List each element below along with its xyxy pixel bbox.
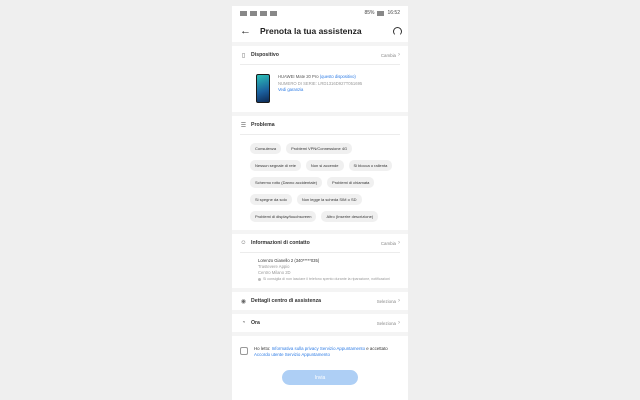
device-info: HUAWEI Mate 20 Pro (questo dispositivo) … (240, 65, 400, 112)
service-center-card[interactable]: ◉ Dettagli centro di assistenza Selezion… (232, 292, 408, 310)
problem-chip[interactable]: Non si accende (305, 160, 344, 171)
problem-chip[interactable]: Si spegne da solo (250, 194, 292, 205)
service-center-row[interactable]: ◉ Dettagli centro di assistenza Selezion… (240, 292, 400, 310)
battery-level: 85% (364, 10, 375, 16)
time-title: Ora (251, 320, 260, 326)
location-pin-icon: ◉ (240, 298, 247, 305)
change-contact-button[interactable]: Cambia › (381, 240, 400, 246)
clock: 16:52 (387, 10, 400, 16)
problem-chips: Consulenza Problemi VPN/Connessione 4G N… (240, 135, 400, 230)
problem-chip[interactable]: Problemi di display/touchscreen (250, 211, 317, 222)
contact-note: Si consiglia di non lasciare il telefono… (263, 277, 391, 281)
agreement-middle: e accettato (365, 346, 388, 351)
signal-icon (240, 10, 247, 16)
device-header[interactable]: ▯ Dispositivo Cambia › (240, 46, 400, 64)
device-image (256, 74, 270, 103)
privacy-link[interactable]: Informativa sulla privacy Servizio Appun… (272, 346, 365, 351)
agreement-prefix: Ho letto: (254, 346, 272, 351)
problem-chip[interactable]: Si blocca o rallenta (348, 160, 393, 171)
submit-area: Invia (232, 368, 408, 400)
headset-icon[interactable] (393, 26, 402, 36)
contact-title: Informazioni di contatto (251, 240, 310, 246)
problem-chip[interactable]: Problemi VPN/Connessione 4G (286, 143, 353, 154)
problem-chip[interactable]: Non legge la scheda SIM o SD (296, 194, 362, 205)
contact-header[interactable]: ☺ Informazioni di contatto Cambia › (240, 234, 400, 252)
chevron-right-icon: › (398, 240, 400, 246)
contact-info: Lorenzo Gianello 2 (340*****035) Trastev… (240, 253, 400, 288)
warranty-link[interactable]: Vedi garanzia (278, 87, 362, 94)
phone-icon: ▯ (241, 52, 246, 59)
signal-2-icon (250, 10, 257, 16)
notification-icon (270, 10, 277, 16)
problem-chip[interactable]: Altro (Inserire descrizione) (321, 211, 379, 222)
chevron-right-icon: › (398, 320, 400, 326)
service-center-title: Dettagli centro di assistenza (251, 298, 322, 304)
info-icon (258, 277, 261, 281)
select-center-button[interactable]: Seleziona › (377, 298, 400, 304)
problem-header: ☰ Problema (240, 116, 400, 134)
problem-chip[interactable]: Problemi di chiamata (327, 177, 375, 188)
status-icons (240, 10, 277, 16)
person-icon: ☺ (240, 240, 247, 246)
contact-card: ☺ Informazioni di contatto Cambia › Loren… (232, 234, 408, 288)
time-card[interactable]: ◔ Ora Seleziona › (232, 314, 408, 332)
chevron-right-icon: › (398, 52, 400, 58)
agreement-text: Ho letto: Informativa sulla privacy Serv… (254, 346, 400, 358)
phone-screen: 85% 16:52 ← Prenota la tua assistenza ▯ … (232, 6, 408, 400)
select-time-button[interactable]: Seleziona › (377, 320, 400, 326)
list-icon: ☰ (240, 122, 247, 129)
time-row[interactable]: ◔ Ora Seleziona › (240, 314, 400, 332)
wifi-icon (260, 10, 267, 16)
problem-card: ☰ Problema Consulenza Problemi VPN/Conne… (232, 116, 408, 230)
battery-icon (377, 10, 385, 16)
problem-title: Problema (251, 122, 275, 128)
agreement-checkbox[interactable] (240, 347, 248, 355)
change-device-button[interactable]: Cambia › (381, 52, 400, 58)
problem-chip[interactable]: Consulenza (250, 143, 282, 154)
problem-chip[interactable]: Nessun segnale di rete (250, 160, 301, 171)
problem-chip[interactable]: Schermo rotto (Danno accidentale) (250, 177, 323, 188)
page-title: Prenota la tua assistenza (260, 26, 362, 36)
device-model: HUAWEI Mate 20 Pro (278, 74, 319, 79)
clock-icon: ◔ (241, 320, 246, 326)
status-bar: 85% 16:52 (232, 6, 408, 20)
terms-link[interactable]: Accordo utente Servizio Appuntamento (254, 352, 330, 357)
app-bar: ← Prenota la tua assistenza (232, 20, 408, 42)
device-card: ▯ Dispositivo Cambia › HUAWEI Mate 20 Pro… (232, 46, 408, 112)
chevron-right-icon: › (398, 298, 400, 304)
device-model-link: (questo dispositivo) (319, 74, 356, 79)
device-title: Dispositivo (251, 52, 279, 58)
submit-button[interactable]: Invia (282, 370, 358, 385)
agreement-section: Ho letto: Informativa sulla privacy Serv… (232, 336, 408, 368)
back-arrow-icon[interactable]: ← (240, 25, 254, 37)
